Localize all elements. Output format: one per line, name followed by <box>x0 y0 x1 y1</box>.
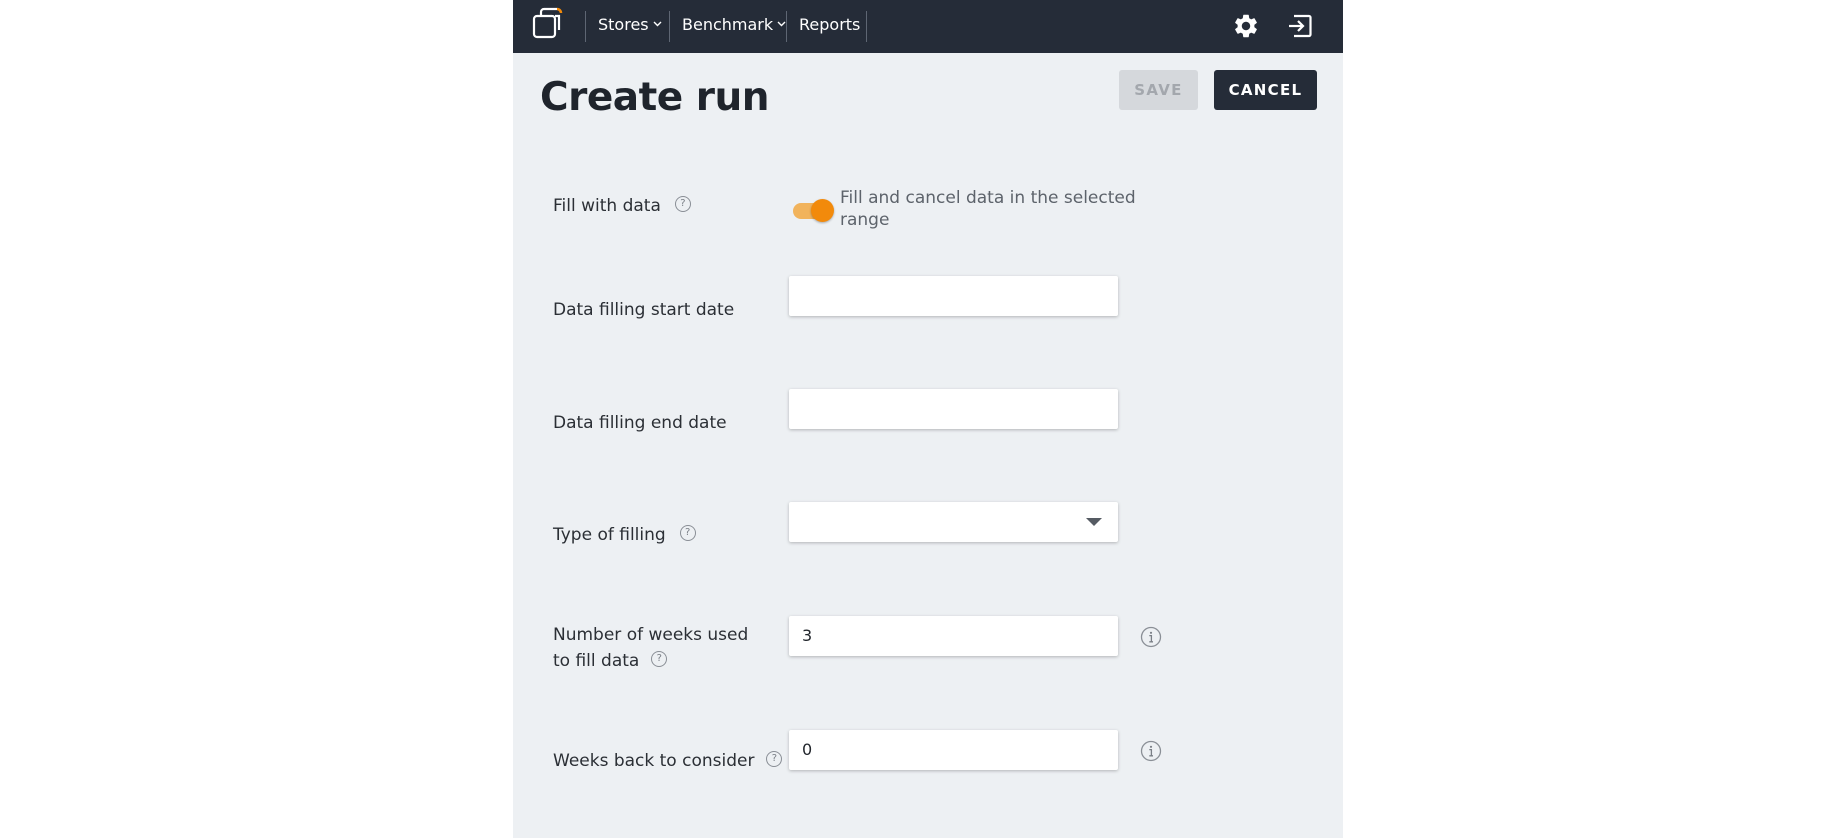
fill-with-data-description: Fill and cancel data in the selected ran… <box>840 188 1136 230</box>
help-icon[interactable]: ? <box>679 525 696 541</box>
save-button[interactable]: SAVE <box>1119 70 1198 110</box>
gear-icon[interactable] <box>1232 12 1260 40</box>
nav-divider <box>786 11 787 42</box>
type-of-filling-select[interactable] <box>789 502 1118 542</box>
type-of-filling-text: Type of filling <box>553 525 666 545</box>
fill-with-data-text: Fill with data <box>553 196 661 216</box>
nav-reports-label: Reports <box>799 15 861 34</box>
weeks-back-text: Weeks back to consider <box>553 751 755 771</box>
weeks-back-input[interactable]: 0 <box>789 730 1118 770</box>
nav-benchmark-label: Benchmark <box>682 15 774 34</box>
type-of-filling-label: Type of filling? <box>553 522 696 548</box>
weeks-used-text: Number of weeks used to fill data <box>553 625 749 671</box>
logout-icon[interactable] <box>1286 12 1314 40</box>
cancel-button[interactable]: CANCEL <box>1214 70 1317 110</box>
chevron-down-icon <box>777 21 786 26</box>
page-title: Create run <box>540 75 770 120</box>
info-icon[interactable] <box>1140 740 1162 762</box>
help-icon[interactable]: ? <box>651 651 668 667</box>
fill-with-data-toggle[interactable] <box>791 198 835 222</box>
fill-with-data-label: Fill with data? <box>553 193 691 219</box>
toggle-knob <box>811 199 834 222</box>
nav-stores-label: Stores <box>598 15 649 34</box>
nav-stores[interactable]: Stores <box>598 0 662 53</box>
app-container: Stores Benchmark Reports Create run SAVE… <box>513 0 1343 838</box>
logo-icon[interactable] <box>531 6 567 42</box>
start-date-label: Data filling start date <box>553 300 735 320</box>
help-icon[interactable]: ? <box>674 196 691 212</box>
top-navigation-bar: Stores Benchmark Reports <box>513 0 1343 53</box>
help-icon[interactable]: ? <box>766 751 783 767</box>
nav-benchmark[interactable]: Benchmark <box>682 0 786 53</box>
chevron-down-icon <box>653 21 662 26</box>
nav-reports[interactable]: Reports <box>799 0 860 53</box>
nav-divider <box>669 11 670 42</box>
nav-divider <box>866 11 867 42</box>
nav-divider <box>585 11 586 42</box>
weeks-used-label: Number of weeks used to fill data? <box>553 622 768 674</box>
start-date-input[interactable] <box>789 276 1118 316</box>
caret-down-icon <box>1086 518 1102 526</box>
info-icon[interactable] <box>1140 626 1162 648</box>
end-date-label: Data filling end date <box>553 413 727 433</box>
weeks-back-label: Weeks back to consider? <box>553 748 783 774</box>
weeks-used-input[interactable]: 3 <box>789 616 1118 656</box>
end-date-input[interactable] <box>789 389 1118 429</box>
